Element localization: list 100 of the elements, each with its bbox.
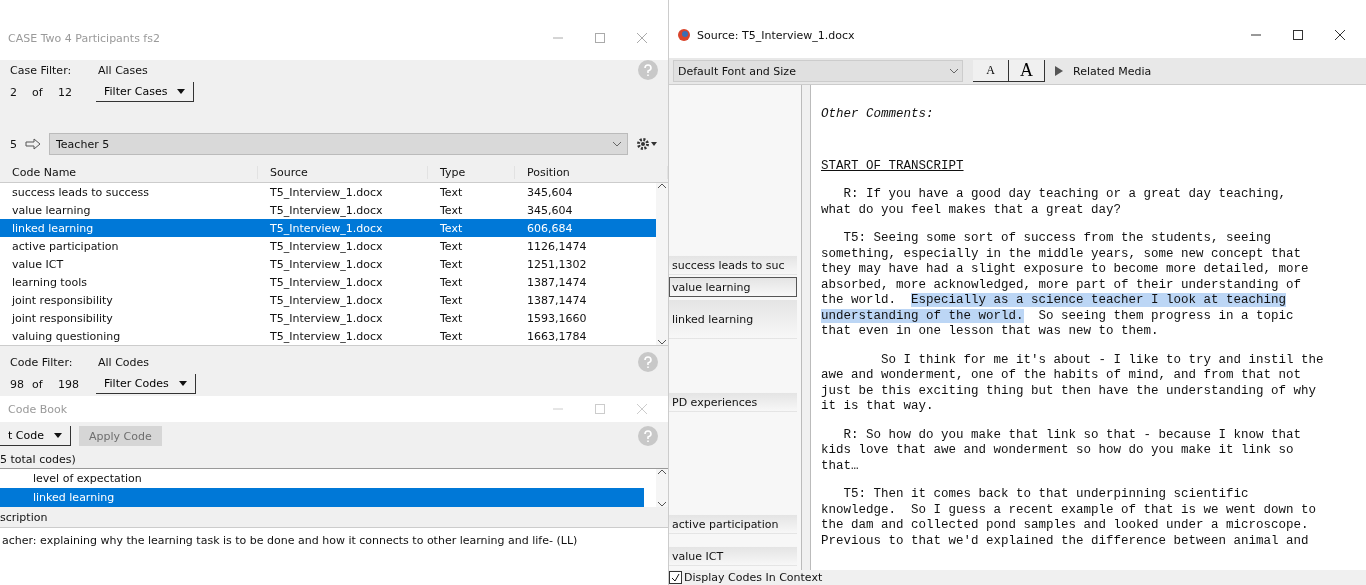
table-cell-text: T5_Interview_1.docx [269, 275, 384, 289]
transcript-paragraph: T5: Then it comes back to that underpinning scientific knowledge. So I guess a recent example of that is we went down to the dam and collected pond samples and looked under a microscope. Previous to that we'd explained the difference between animal and [821, 487, 1318, 549]
table-cell-text: 606,684 [526, 221, 574, 235]
table-cell-text: 1251,1302 [526, 257, 588, 271]
table-row[interactable]: active participation T5_Interview_1.docx Text 1126,1474 [0, 237, 656, 255]
column-header[interactable]: Source [258, 165, 428, 179]
table-row[interactable]: joint responsibility T5_Interview_1.docx Text 1387,1474 [0, 291, 656, 309]
table-cell-text: 1126,1474 [526, 239, 588, 253]
table-cell-text: 1593,1660 [526, 311, 588, 325]
count-of-label: of [32, 85, 44, 99]
table-cell-text: T5_Interview_1.docx [269, 293, 384, 307]
total-codes-label: 5 total codes) [0, 452, 76, 466]
scroll-down-icon[interactable] [658, 502, 666, 507]
record-total: 198 [58, 377, 80, 391]
case-dropdown[interactable]: Teacher 5 [49, 133, 628, 155]
transcript-paragraph: So I think for me it's about - I like to try and instil the awe and wonderment, one of the habits of mind, and from that not just be this exciting thing but then have the understanding of why it is that way. [821, 352, 1325, 415]
table-cell-text: value ICT [11, 257, 65, 271]
code-stripe[interactable]: value ICT [669, 546, 797, 566]
code-stripe[interactable]: linked learning [669, 299, 797, 339]
table-row[interactable]: learning tools T5_Interview_1.docx Text 1387,1474 [0, 273, 656, 291]
app-logo-icon [677, 28, 691, 42]
caret-icon [54, 433, 62, 438]
column-header[interactable]: Type [428, 165, 515, 179]
table-cell-text: success leads to success [11, 185, 150, 199]
filter-value: All Cases [98, 63, 148, 77]
table-cell-text: 1387,1474 [526, 293, 588, 307]
table-row[interactable]: linked learning T5_Interview_1.docx Text 606,684 [0, 219, 656, 237]
filter-label: Code Filter: [10, 355, 74, 369]
scroll-up-icon[interactable] [658, 183, 666, 188]
code-button[interactable]: t Code [0, 426, 71, 446]
table-cell-text: T5_Interview_1.docx [269, 185, 384, 199]
checkbox[interactable] [669, 571, 682, 584]
scroll-up-icon[interactable] [658, 469, 666, 474]
window-title: Code Book [8, 402, 69, 416]
caret-icon [178, 381, 187, 386]
description-label: scription [0, 510, 48, 524]
table-row[interactable]: value ICT T5_Interview_1.docx Text 1251,1302 [0, 255, 656, 273]
scrollbar[interactable] [656, 183, 668, 345]
table-row[interactable]: value learning T5_Interview_1.docx Text 345,604 [0, 201, 656, 219]
code-list-item[interactable]: linked learning [0, 488, 644, 507]
column-header[interactable]: Position [515, 165, 668, 179]
table-row[interactable]: joint responsibility T5_Interview_1.docx Text 1593,1660 [0, 309, 656, 327]
checkbox-label: Display Codes In Context [684, 571, 823, 584]
filter-label: Case Filter: [10, 63, 73, 77]
scroll-down-icon[interactable] [658, 340, 666, 345]
close-icon[interactable] [1335, 30, 1345, 40]
record-total: 12 [58, 85, 73, 99]
chevron-icon [613, 141, 621, 147]
font-size-button[interactable]: A [1009, 60, 1045, 82]
window-title: CASE Two 4 Participants fs2 [8, 31, 161, 45]
filter-button[interactable]: Filter Cases [96, 82, 195, 102]
table-cell-text: joint responsibility [11, 293, 114, 307]
case-index: 5 [10, 137, 17, 151]
gear-icon[interactable] [636, 137, 658, 151]
table-cell-text: Text [439, 221, 464, 235]
arrow-right-icon[interactable] [25, 138, 41, 150]
description-text: acher: explaining why the learning task is to be done and how it connects to other learning and life- (LL) [2, 534, 578, 547]
table-row[interactable]: valuing questioning T5_Interview_1.docx Text 1663,1784 [0, 327, 656, 345]
table-cell-text: linked learning [11, 221, 95, 235]
transcript-paragraph: START OF TRANSCRIPT [821, 158, 965, 174]
table-cell-text: T5_Interview_1.docx [269, 329, 384, 343]
transcript-paragraph: Other Comments: [821, 107, 935, 123]
table-cell-text: Text [439, 329, 464, 343]
table-cell-text: Text [439, 293, 464, 307]
chevron-icon [950, 68, 958, 74]
column-header[interactable]: Code Name [0, 165, 258, 179]
table-cell-text: Text [439, 239, 464, 253]
window-title: Source: T5_Interview_1.docx [697, 28, 856, 42]
table-cell-text: 345,604 [526, 185, 574, 199]
related-media-link[interactable]: Related Media [1073, 64, 1152, 78]
table-cell-text: T5_Interview_1.docx [269, 311, 384, 325]
table-cell-text: Text [439, 257, 464, 271]
table-cell-text: joint responsibility [11, 311, 114, 325]
table-cell-text: Text [439, 311, 464, 325]
table-cell-text: value learning [11, 203, 92, 217]
play-icon[interactable] [1055, 66, 1063, 76]
transcript-paragraph: T5: Seeing some sort of success from the students, seeing something, especially in the middle years, some new concept that they may have had a slight exposure to become more detailed, more absorbed, more acknowledged, more part of their understanding of the world. Especially as a science teacher I look at teaching understanding of the world. So seeing them progress in a topic that even in one lesson that was new to them. [821, 231, 1310, 340]
transcript-paragraph: R: So how do you make that link so that - because I know that kids love that awe and wonderment so how do you make it link so that… [821, 427, 1303, 474]
scrollbar[interactable] [656, 469, 668, 507]
code-stripe[interactable]: value learning [669, 277, 797, 297]
filter-button[interactable]: Filter Codes [96, 374, 196, 394]
table-cell-text: 1663,1784 [526, 329, 588, 343]
table-cell-text: T5_Interview_1.docx [269, 203, 384, 217]
table-cell-text: 345,604 [526, 203, 574, 217]
table-cell-text: Text [439, 185, 464, 199]
font-size-button[interactable]: A [973, 60, 1009, 82]
filter-value: All Codes [98, 355, 150, 369]
font-dropdown[interactable]: Default Font and Size [673, 60, 963, 82]
table-cell-text: T5_Interview_1.docx [269, 239, 384, 253]
table-cell-text: 1387,1474 [526, 275, 588, 289]
table-cell-text: active participation [11, 239, 120, 253]
table-cell-text: T5_Interview_1.docx [269, 221, 384, 235]
maximize-icon[interactable] [1293, 30, 1303, 40]
table-cell-text: Text [439, 203, 464, 217]
transcript-paragraph: R: If you have a good day teaching or a great day teaching, what do you feel makes that a great day? [821, 187, 1288, 218]
table-row[interactable]: success leads to success T5_Interview_1.docx Text 345,604 [0, 183, 656, 201]
caret-icon [177, 89, 186, 94]
code-stripe[interactable]: success leads to suc [669, 255, 797, 275]
code-stripe[interactable]: PD experiences [669, 392, 797, 412]
code-stripe[interactable]: active participation [669, 514, 797, 534]
